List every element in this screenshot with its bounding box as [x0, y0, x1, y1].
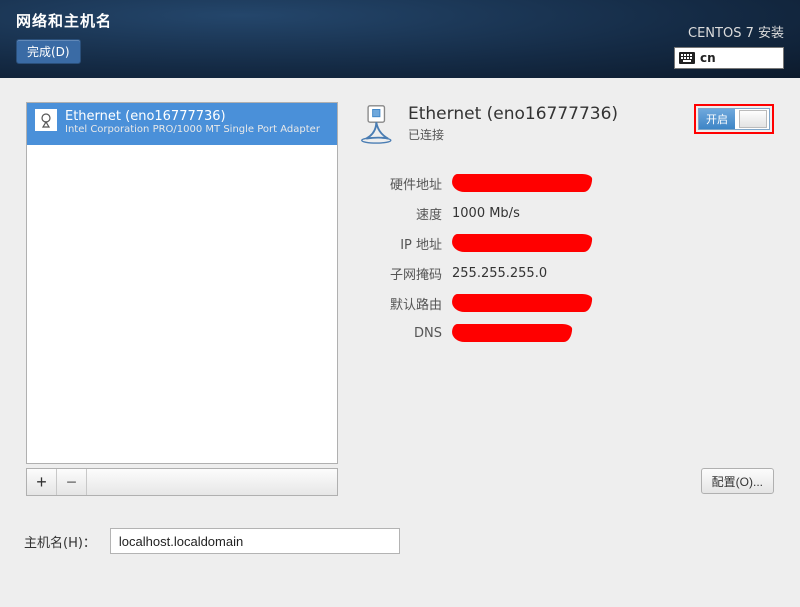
value-subnet-mask: 255.255.255.0 [452, 266, 547, 281]
device-list-item[interactable]: Ethernet (eno16777736) Intel Corporation… [27, 103, 337, 145]
row-ip-address: IP 地址 [362, 228, 774, 258]
toolbar-spacer [87, 469, 337, 495]
value-dns-redacted [452, 324, 573, 342]
ethernet-icon [35, 109, 57, 131]
device-list-item-text: Ethernet (eno16777736) Intel Corporation… [65, 109, 320, 135]
row-subnet-mask: 子网掩码 255.255.255.0 [362, 258, 774, 288]
value-speed: 1000 Mb/s [452, 206, 520, 221]
connection-toggle[interactable]: 开启 [698, 108, 770, 130]
details-header: Ethernet (eno16777736) 已连接 开启 [360, 104, 774, 144]
ethernet-large-icon [360, 104, 398, 144]
details-title: Ethernet (eno16777736) [408, 104, 618, 124]
header-bar: 网络和主机名 完成(D) CENTOS 7 安装 cn [0, 0, 800, 78]
details-title-block: Ethernet (eno16777736) 已连接 [408, 104, 618, 143]
value-hardware-address-redacted [452, 174, 593, 192]
label-dns: DNS [362, 326, 442, 341]
keyboard-layout-code: cn [700, 51, 716, 65]
value-ip-address-redacted [452, 234, 593, 252]
configure-button[interactable]: 配置(O)... [701, 468, 774, 494]
label-ip-address: IP 地址 [362, 234, 442, 253]
device-list: Ethernet (eno16777736) Intel Corporation… [26, 102, 338, 464]
remove-device-button[interactable]: − [57, 469, 87, 495]
toggle-knob [739, 110, 767, 128]
details-info-table: 硬件地址 速度 1000 Mb/s IP 地址 子网掩码 255.255.255… [362, 168, 774, 348]
label-default-route: 默认路由 [362, 294, 442, 313]
row-hardware-address: 硬件地址 [362, 168, 774, 198]
row-speed: 速度 1000 Mb/s [362, 198, 774, 228]
device-subtitle: Intel Corporation PRO/1000 MT Single Por… [65, 124, 320, 135]
device-details: Ethernet (eno16777736) 已连接 开启 硬件地址 速度 10… [360, 104, 774, 348]
content-area: Ethernet (eno16777736) Intel Corporation… [0, 78, 800, 607]
value-default-route-redacted [452, 294, 593, 312]
hostname-input[interactable] [110, 528, 400, 554]
keyboard-layout-selector[interactable]: cn [674, 47, 784, 69]
toggle-on-label: 开启 [699, 109, 735, 129]
label-subnet-mask: 子网掩码 [362, 264, 442, 283]
details-status: 已连接 [408, 126, 618, 143]
header-right: CENTOS 7 安装 cn [674, 22, 784, 69]
done-button[interactable]: 完成(D) [16, 39, 81, 64]
device-title: Ethernet (eno16777736) [65, 109, 320, 124]
add-device-button[interactable]: + [27, 469, 57, 495]
label-speed: 速度 [362, 204, 442, 223]
toggle-highlight: 开启 [694, 104, 774, 134]
label-hardware-address: 硬件地址 [362, 174, 442, 193]
page-title: 网络和主机名 [16, 10, 784, 31]
hostname-row: 主机名(H)： [24, 528, 400, 554]
installer-label: CENTOS 7 安装 [674, 22, 784, 41]
add-remove-toolbar: + − [26, 468, 338, 496]
hostname-label: 主机名(H)： [24, 532, 96, 551]
row-dns: DNS [362, 318, 774, 348]
keyboard-icon [679, 52, 695, 64]
row-default-route: 默认路由 [362, 288, 774, 318]
